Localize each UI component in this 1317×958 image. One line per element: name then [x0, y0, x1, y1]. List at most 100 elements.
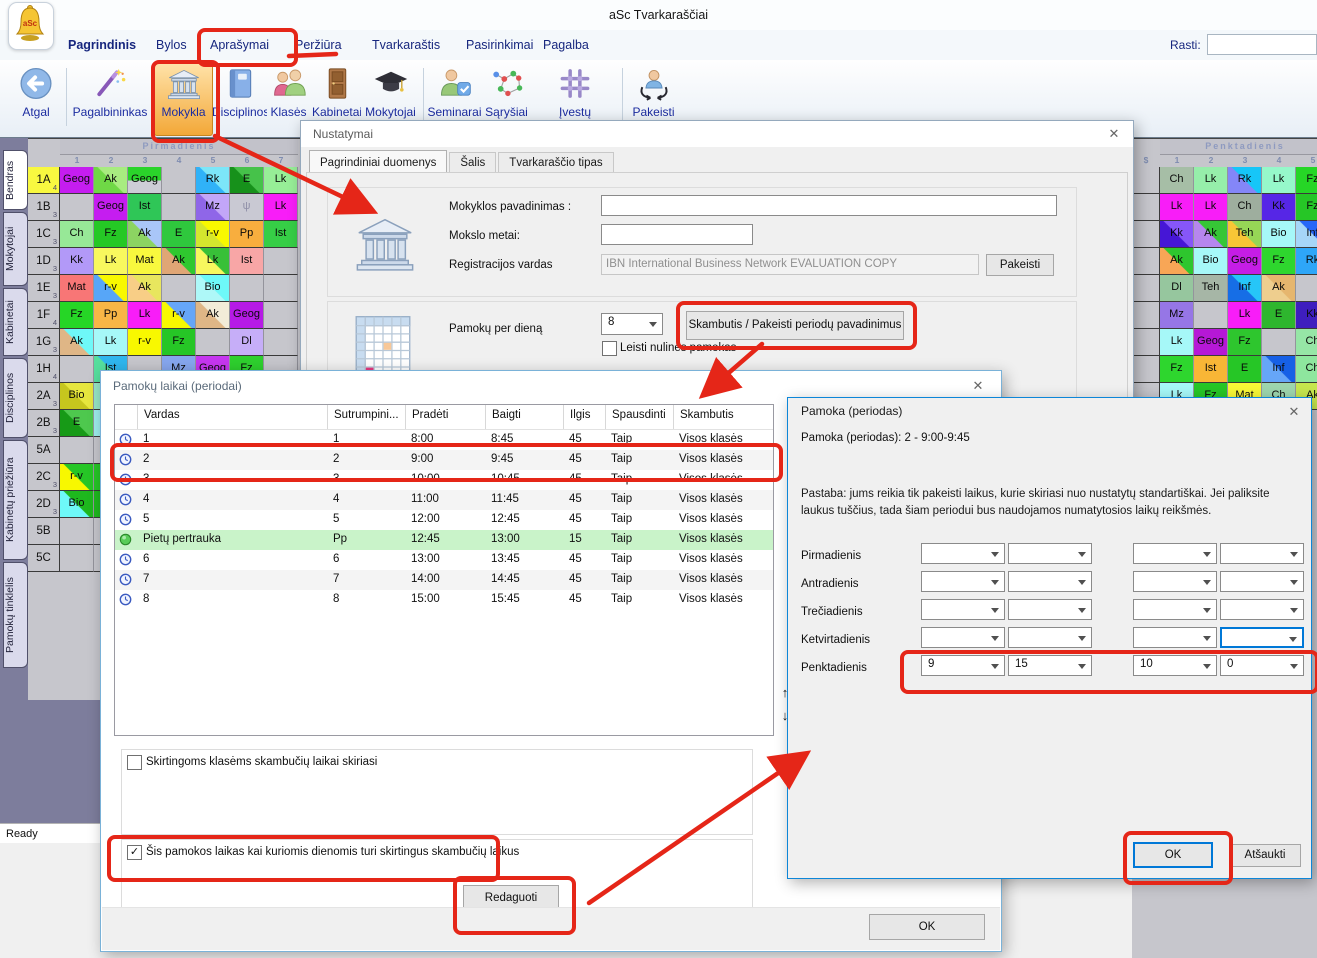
timetable-cell[interactable]: Lk	[1160, 329, 1194, 356]
timetable-cell[interactable]: Dl	[230, 329, 264, 356]
timetable-cell[interactable]: Ak	[1160, 248, 1194, 275]
timetable-cell[interactable]: r-v	[196, 221, 230, 248]
toolbar-atgal[interactable]: Atgal	[12, 63, 60, 133]
menu-item-pagrindinis[interactable]: Pagrindinis	[68, 30, 136, 60]
timetable-cell[interactable]: Lk	[1160, 194, 1194, 221]
column-header-baigti[interactable]: Baigti	[485, 405, 563, 429]
row-label[interactable]: 1C3	[28, 221, 60, 248]
time-dropdown[interactable]: 9	[921, 655, 1005, 676]
toolbar-mokykla[interactable]: Mokykla	[154, 62, 213, 136]
lessons-per-day-select[interactable]: 8	[601, 313, 663, 335]
sidebar-tab-mokytojai[interactable]: Mokytojai	[3, 212, 28, 286]
sidebar-tab-pamokų-tinklelis[interactable]: Pamokų tinklelis	[3, 562, 28, 668]
menu-item-pasirinkimai[interactable]: Pasirinkimai	[466, 30, 533, 60]
timetable-cell[interactable]: Ch	[1296, 329, 1317, 356]
close-icon[interactable]: ✕	[969, 377, 987, 395]
timetable-cell[interactable]: Rk	[196, 167, 230, 194]
time-dropdown[interactable]	[921, 571, 1005, 592]
time-dropdown[interactable]	[921, 543, 1005, 564]
timetable-cell[interactable]: Fz	[1296, 194, 1317, 221]
timetable-cell[interactable]: Ak	[1262, 275, 1296, 302]
row-label[interactable]: 1D3	[28, 248, 60, 275]
row-label[interactable]	[1132, 167, 1160, 194]
timetable-cell[interactable]: Fz	[1262, 248, 1296, 275]
timetable-cell[interactable]: Geog	[128, 167, 162, 194]
time-dropdown[interactable]	[1133, 627, 1217, 648]
timetable-cell[interactable]: Lk	[1194, 194, 1228, 221]
close-icon[interactable]: ✕	[1285, 403, 1303, 421]
school-name-input[interactable]	[601, 195, 1057, 216]
timetable-cell[interactable]: Fz	[60, 302, 94, 329]
timetable-cell[interactable]: Mat	[60, 275, 94, 302]
timetable-cell[interactable]: Ist	[1194, 356, 1228, 383]
timetable-cell[interactable]	[162, 167, 196, 194]
timetable-cell[interactable]	[60, 437, 94, 464]
timetable-cell[interactable]: Inf	[1228, 275, 1262, 302]
row-label[interactable]: 5A	[28, 437, 60, 464]
row-label[interactable]: 5C	[28, 545, 60, 572]
timetable-cell[interactable]: Lk	[128, 302, 162, 329]
row-label[interactable]: 1E3	[28, 275, 60, 302]
period-row-1[interactable]: 118:008:4545TaipVisos klasės	[115, 430, 773, 450]
time-dropdown[interactable]: 15	[1008, 655, 1092, 676]
toolbar-disciplinos[interactable]: Disciplinos	[212, 63, 267, 133]
toolbar-pagalbininkas[interactable]: Pagalbininkas	[70, 63, 150, 133]
timetable-cell[interactable]: Ak	[94, 167, 128, 194]
timetable-cell[interactable]: Lk	[264, 167, 298, 194]
timetable-cell[interactable]: Fz	[94, 221, 128, 248]
timetable-cell[interactable]: Fz	[1228, 329, 1262, 356]
timetable-cell[interactable]	[60, 356, 94, 383]
timetable-cell[interactable]: r-v	[60, 464, 94, 491]
sidebar-tab-disciplinos[interactable]: Disciplinos	[3, 358, 28, 438]
row-label[interactable]: 2A3	[28, 383, 60, 410]
row-label[interactable]	[1132, 356, 1160, 383]
timetable-cell[interactable]: Bio	[1262, 221, 1296, 248]
timetable-cell[interactable]: r-v	[128, 329, 162, 356]
school-year-input[interactable]	[601, 224, 753, 245]
timetable-cell[interactable]: Rk	[1228, 167, 1262, 194]
timetable-cell[interactable]: Kk	[60, 248, 94, 275]
timetable-cell[interactable]: Ak	[60, 329, 94, 356]
timetable-cell[interactable]: Lk	[1228, 302, 1262, 329]
column-header-sutrumpini[interactable]: Sutrumpini...	[327, 405, 405, 429]
timetable-cell[interactable]: Geog	[1228, 248, 1262, 275]
tab-šalis[interactable]: Šalis	[449, 152, 496, 172]
timetable-cell[interactable]: E	[162, 221, 196, 248]
timetable-cell[interactable]: Teh	[1194, 275, 1228, 302]
row-label[interactable]	[1132, 302, 1160, 329]
timetable-cell[interactable]	[60, 518, 94, 545]
timetable-cell[interactable]: r-v	[162, 302, 196, 329]
period-row-5[interactable]: 5512:0012:4545TaipVisos klasės	[115, 510, 773, 530]
time-dropdown[interactable]	[1008, 627, 1092, 648]
timetable-cell[interactable]: Fz	[1296, 167, 1317, 194]
timetable-cell[interactable]: r-v	[94, 275, 128, 302]
time-dropdown[interactable]	[1220, 543, 1304, 564]
timetable-cell[interactable]: Geog	[94, 194, 128, 221]
timetable-cell[interactable]: Ch	[1228, 194, 1262, 221]
column-header-pradėti[interactable]: Pradėti	[405, 405, 485, 429]
row-label[interactable]: 1H4	[28, 356, 60, 383]
timetable-cell[interactable]: Ch	[1160, 167, 1194, 194]
sidebar-tab-kabinetai[interactable]: Kabinetai	[3, 288, 28, 356]
periods-ok-button[interactable]: OK	[869, 914, 985, 940]
timetable-cell[interactable]: Geog	[230, 302, 264, 329]
menu-item-peržiūra[interactable]: Peržiūra	[295, 30, 342, 60]
period-row-pietų-pertrauka[interactable]: Pietų pertraukaPp12:4513:0015TaipVisos k…	[115, 530, 773, 550]
timetable-cell[interactable]: Fz	[1160, 356, 1194, 383]
timetable-cell[interactable]: Ak	[128, 275, 162, 302]
row-label[interactable]	[1132, 221, 1160, 248]
timetable-cell[interactable]: E	[230, 167, 264, 194]
timetable-cell[interactable]	[264, 329, 298, 356]
timetable-cell[interactable]	[264, 248, 298, 275]
timetable-cell[interactable]	[60, 194, 94, 221]
timetable-cell[interactable]: Pp	[230, 221, 264, 248]
timetable-cell[interactable]	[1262, 329, 1296, 356]
timetable-cell[interactable]	[196, 329, 230, 356]
menu-item-pagalba[interactable]: Pagalba	[543, 30, 589, 60]
row-label[interactable]: 1B3	[28, 194, 60, 221]
period-row-2[interactable]: 229:009:4545TaipVisos klasės	[115, 450, 773, 470]
period-row-4[interactable]: 4411:0011:4545TaipVisos klasės	[115, 490, 773, 510]
time-dropdown[interactable]	[921, 599, 1005, 620]
timetable-cell[interactable]: ψ	[230, 194, 264, 221]
row-label[interactable]	[1132, 329, 1160, 356]
